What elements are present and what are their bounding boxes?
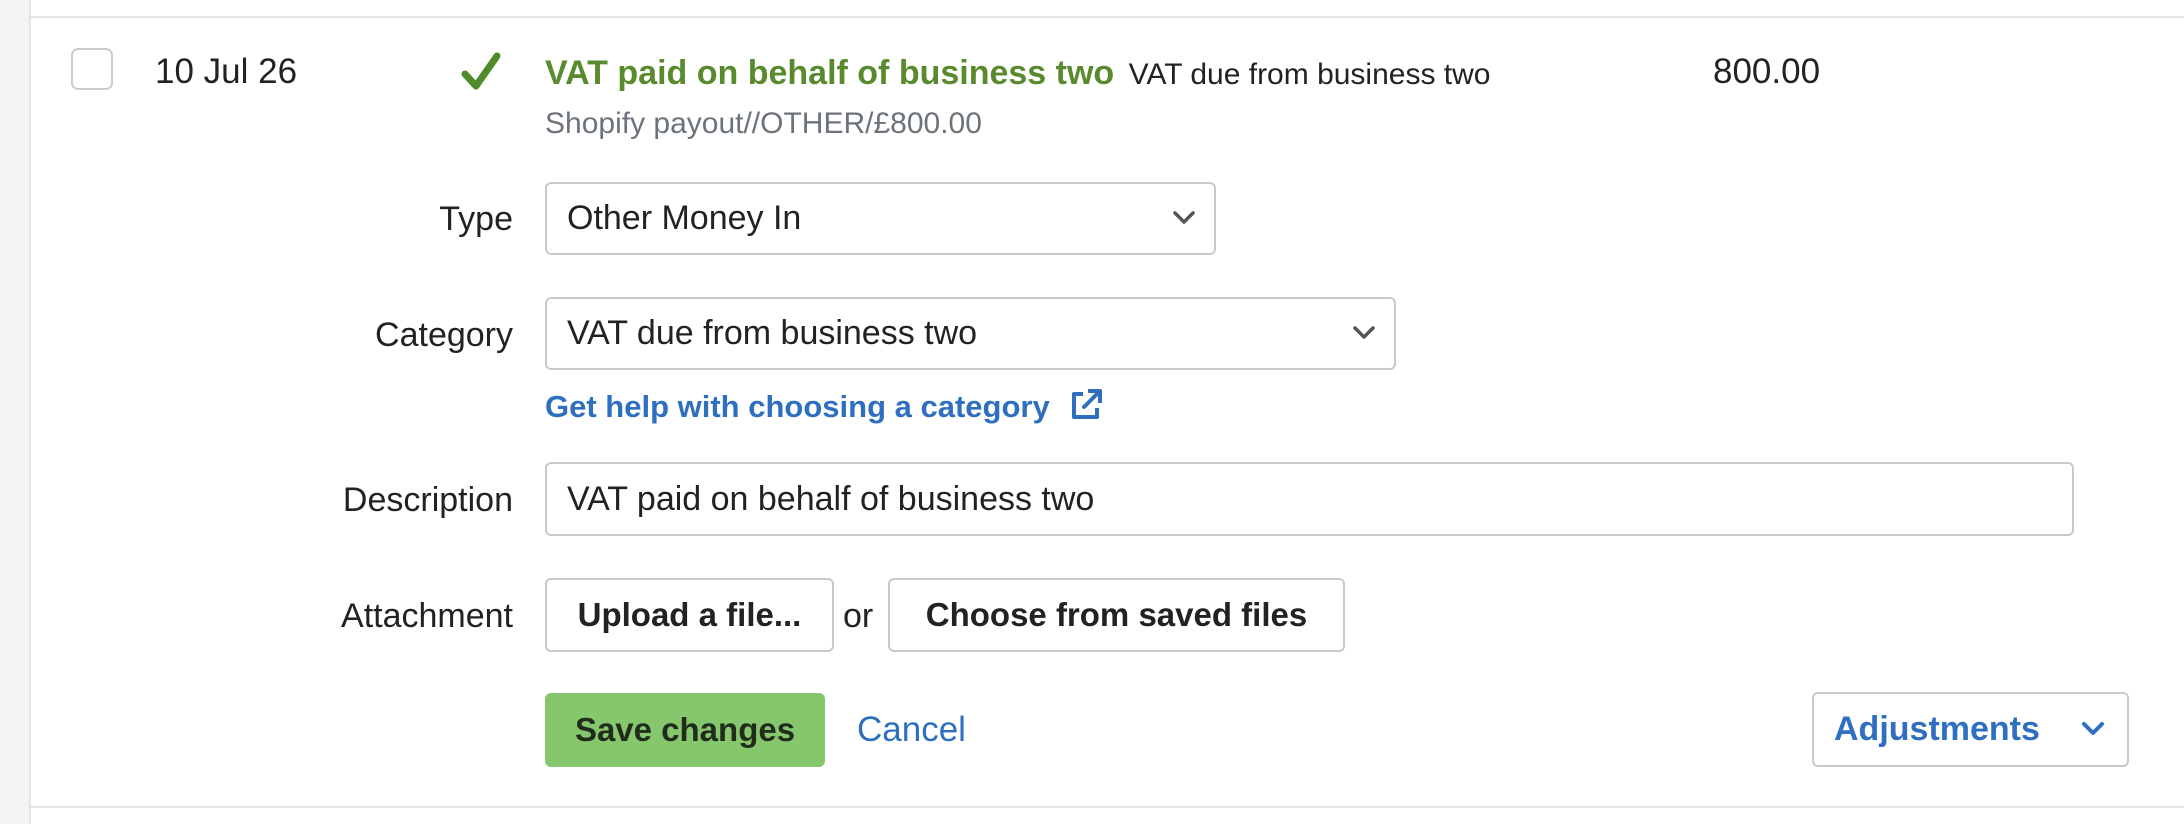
category-select-value: VAT due from business two — [567, 314, 978, 352]
transaction-title-line: VAT paid on behalf of business two VAT d… — [545, 54, 1491, 93]
choose-saved-files-button[interactable]: Choose from saved files — [888, 578, 1345, 652]
transaction-amount: 800.00 — [1713, 52, 1821, 91]
category-help-link-text: Get help with choosing a category — [545, 389, 1050, 424]
attachment-label: Attachment — [341, 597, 513, 635]
select-checkbox[interactable] — [71, 48, 113, 90]
category-select[interactable]: VAT due from business two — [545, 297, 1396, 370]
type-label: Type — [439, 200, 513, 238]
description-input[interactable]: VAT paid on behalf of business two — [545, 462, 2074, 536]
upload-file-button[interactable]: Upload a file... — [545, 578, 834, 652]
save-changes-button[interactable]: Save changes — [545, 693, 825, 767]
transaction-card: 10 Jul 26 VAT paid on behalf of business… — [29, 0, 2184, 824]
adjustments-dropdown[interactable]: Adjustments — [1812, 692, 2129, 767]
category-help-link[interactable]: Get help with choosing a category — [545, 387, 1104, 425]
or-text: or — [843, 597, 874, 635]
transaction-category: VAT due from business two — [1128, 58, 1491, 91]
check-icon — [461, 52, 501, 90]
adjustments-label: Adjustments — [1834, 710, 2040, 748]
description-label: Description — [342, 481, 513, 519]
cancel-link[interactable]: Cancel — [857, 710, 966, 750]
external-link-icon — [1072, 389, 1103, 419]
chevron-down-icon — [2082, 722, 2104, 735]
transaction-reference: Shopify payout//OTHER/£800.00 — [545, 107, 982, 140]
type-select-value: Other Money In — [567, 199, 802, 237]
chevron-down-icon — [1173, 211, 1195, 224]
top-divider — [31, 16, 2184, 18]
transaction-date: 10 Jul 26 — [155, 52, 298, 91]
transaction-title: VAT paid on behalf of business two — [545, 54, 1115, 92]
category-label: Category — [375, 316, 513, 354]
chevron-down-icon — [1353, 326, 1375, 339]
type-select[interactable]: Other Money In — [545, 182, 1216, 255]
bottom-divider — [31, 806, 2184, 808]
